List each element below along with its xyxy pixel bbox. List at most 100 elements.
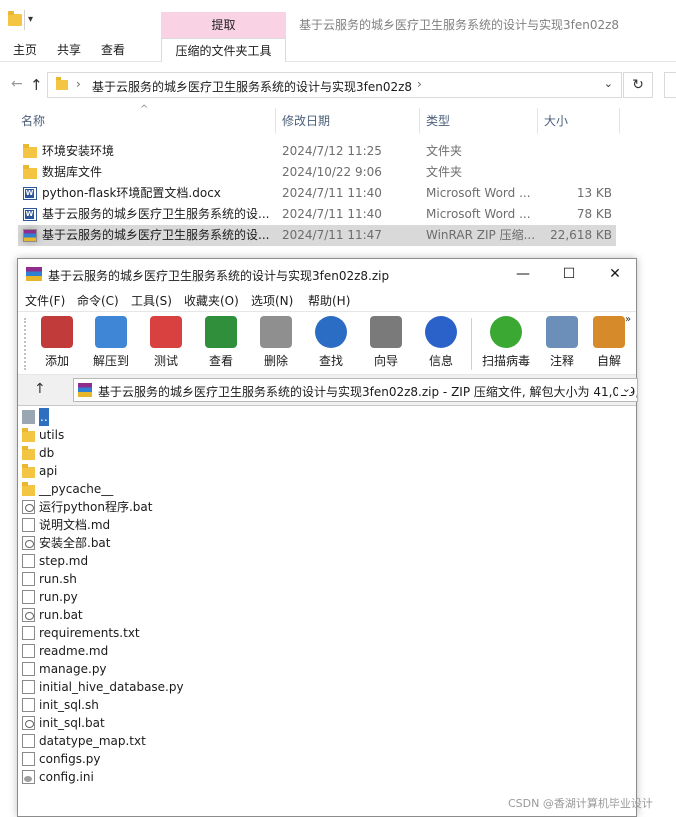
sfx-icon [593, 316, 625, 348]
file-type: Microsoft Word ... [426, 207, 531, 221]
archive-entry-row[interactable]: run.bat [18, 606, 636, 624]
up-arrow-icon[interactable]: ↑ [30, 76, 43, 94]
file-row[interactable]: 基于云服务的城乡医疗卫生服务系统的设... 2024/7/11 11:40 Mi… [18, 204, 616, 225]
toolbar-grip[interactable] [24, 318, 27, 370]
archive-entry-name: __pycache__ [39, 482, 114, 496]
file-date: 2024/7/11 11:40 [282, 186, 382, 200]
archive-entry-row[interactable]: datatype_map.txt [18, 732, 636, 750]
archive-entry-row[interactable]: 说明文档.md [18, 516, 636, 534]
toolbar-comment-button[interactable]: 注释 [535, 316, 589, 374]
toolbar-test-button[interactable]: 测试 [139, 316, 193, 374]
toolbar-find-button[interactable]: 查找 [304, 316, 358, 374]
archive-entry-row[interactable]: utils [18, 426, 636, 444]
winrar-titlebar[interactable]: 基于云服务的城乡医疗卫生服务系统的设计与实现3fen02z8.zip — ☐ ✕ [18, 259, 636, 289]
column-type[interactable]: 类型 [426, 108, 450, 134]
archive-entry-row[interactable]: run.sh [18, 570, 636, 588]
archive-entry-name: init_sql.bat [39, 716, 105, 730]
batch-file-icon [22, 716, 35, 730]
menu-options[interactable]: 选项(N) [251, 292, 293, 309]
toolbar-extract-button[interactable]: 解压到 [84, 316, 138, 374]
archive-entry-row[interactable]: run.py [18, 588, 636, 606]
column-name[interactable]: 名称 [21, 108, 45, 134]
menu-bar: 文件(F) 命令(C) 工具(S) 收藏夹(O) 选项(N) 帮助(H) [18, 289, 636, 311]
archive-entry-row[interactable]: 安装全部.bat [18, 534, 636, 552]
file-icon [22, 518, 35, 532]
chevron-right-icon[interactable]: › [417, 77, 422, 91]
archive-path-combobox[interactable]: 基于云服务的城乡医疗卫生服务系统的设计与实现3fen02z8.zip - ZIP… [73, 378, 638, 402]
menu-commands[interactable]: 命令(C) [77, 292, 119, 309]
chevron-down-icon[interactable]: ⌄ [617, 382, 631, 395]
file-row[interactable]: python-flask环境配置文档.docx 2024/7/11 11:40 … [18, 183, 616, 204]
toolbar-view-button[interactable]: 查看 [194, 316, 248, 374]
folder-icon [22, 482, 35, 496]
maximize-button[interactable]: ☐ [546, 261, 592, 287]
toolbar-label: 查找 [318, 354, 343, 368]
archive-entry-row[interactable]: initial_hive_database.py [18, 678, 636, 696]
toolbar-delete-button[interactable]: 删除 [249, 316, 303, 374]
archive-entry-name: run.bat [39, 608, 83, 622]
column-divider[interactable] [275, 108, 276, 134]
toolbar-info-button[interactable]: 信息 [414, 316, 468, 374]
winrar-app-icon[interactable] [26, 267, 42, 281]
tab-home[interactable]: 主页 [0, 38, 47, 62]
minimize-button[interactable]: — [500, 261, 546, 287]
toolbar-wizard-button[interactable]: 向导 [359, 316, 413, 374]
archive-entry-row[interactable]: 运行python程序.bat [18, 498, 636, 516]
archive-entry-row[interactable]: manage.py [18, 660, 636, 678]
toolbar-overflow-chevron-icon[interactable]: » [625, 314, 631, 325]
archive-entry-row[interactable]: api [18, 462, 636, 480]
tab-compressed-folder-tools[interactable]: 压缩的文件夹工具 [161, 38, 286, 62]
column-date[interactable]: 修改日期 [282, 108, 330, 134]
view-book-icon [205, 316, 237, 348]
archive-entry-row[interactable]: config.ini [18, 768, 636, 786]
archive-entry-row[interactable]: step.md [18, 552, 636, 570]
archive-entry-name: requirements.txt [39, 626, 140, 640]
archive-entry-row[interactable]: readme.md [18, 642, 636, 660]
file-icon [22, 572, 35, 586]
tab-share[interactable]: 共享 [47, 38, 91, 62]
file-row[interactable]: 数据库文件 2024/10/22 9:06 文件夹 [18, 162, 616, 183]
wizard-wand-icon [370, 316, 402, 348]
toolbar-add-button[interactable]: 添加 [30, 316, 84, 374]
address-bar[interactable]: › 基于云服务的城乡医疗卫生服务系统的设计与实现3fen02z8 › ⌄ [47, 72, 622, 98]
quick-access-dropdown[interactable]: ▾ [28, 14, 33, 25]
column-divider[interactable] [619, 108, 620, 134]
context-tab-extract[interactable]: 提取 [161, 12, 286, 38]
archive-entry-name: api [39, 464, 58, 478]
archive-entry-row[interactable]: requirements.txt [18, 624, 636, 642]
toolbar-label: 自解 [596, 354, 621, 368]
chevron-right-icon[interactable]: › [76, 77, 81, 91]
refresh-button[interactable]: ↻ [623, 72, 653, 98]
archive-entry-row[interactable]: .. [18, 408, 636, 426]
file-type: 文件夹 [426, 165, 463, 179]
navigation-bar: ← → ↑ › 基于云服务的城乡医疗卫生服务系统的设计与实现3fen02z8 ›… [0, 62, 676, 108]
archive-entry-row[interactable]: __pycache__ [18, 480, 636, 498]
file-icon [22, 752, 35, 766]
archive-entry-row[interactable]: db [18, 444, 636, 462]
archive-entry-row[interactable]: init_sql.sh [18, 696, 636, 714]
column-divider[interactable] [419, 108, 420, 134]
quick-access-folder-icon[interactable] [8, 11, 22, 26]
archive-entry-row[interactable]: init_sql.bat [18, 714, 636, 732]
back-arrow-icon[interactable]: ← [11, 76, 23, 92]
trash-icon [260, 316, 292, 348]
menu-file[interactable]: 文件(F) [25, 292, 65, 309]
column-size[interactable]: 大小 [544, 108, 568, 134]
menu-help[interactable]: 帮助(H) [308, 292, 350, 309]
address-dropdown-icon[interactable]: ⌄ [604, 77, 613, 90]
tab-view[interactable]: 查看 [91, 38, 135, 62]
file-row[interactable]: 环境安装环境 2024/7/12 11:25 文件夹 [18, 141, 616, 162]
menu-tools[interactable]: 工具(S) [131, 292, 172, 309]
search-box[interactable] [664, 72, 676, 98]
column-divider[interactable] [537, 108, 538, 134]
archive-entry-name: 安装全部.bat [39, 536, 111, 550]
toolbar-virus-scan-button[interactable]: 扫描病毒 [479, 316, 533, 374]
file-size: 22,618 KB [550, 228, 612, 242]
archive-entry-row[interactable]: configs.py [18, 750, 636, 768]
menu-favorites[interactable]: 收藏夹(O) [184, 292, 239, 309]
file-row-selected[interactable]: 基于云服务的城乡医疗卫生服务系统的设... 2024/7/11 11:47 Wi… [18, 225, 616, 246]
file-name: 基于云服务的城乡医疗卫生服务系统的设... [42, 228, 270, 242]
address-path[interactable]: 基于云服务的城乡医疗卫生服务系统的设计与实现3fen02z8 [92, 78, 412, 95]
up-arrow-icon[interactable]: ↑ [34, 381, 46, 397]
close-button[interactable]: ✕ [592, 261, 638, 287]
